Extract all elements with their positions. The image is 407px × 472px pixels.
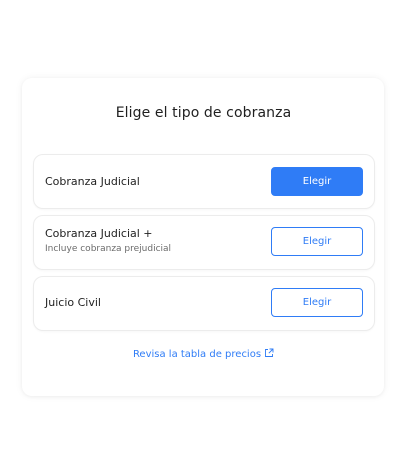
option-label: Juicio Civil (45, 296, 101, 309)
option-cobranza-judicial: Cobranza Judicial Elegir (33, 154, 375, 209)
option-label: Cobranza Judicial (45, 175, 140, 188)
dialog-title: Elige el tipo de cobranza (115, 105, 292, 121)
option-subtitle: Incluye cobranza prejudicial (45, 244, 172, 254)
option-label: Cobranza Judicial + (45, 227, 153, 240)
pricing-table-link[interactable]: Revisa la tabla de precios (0, 348, 407, 360)
option-cobranza-judicial-plus: Cobranza Judicial + Incluye cobranza pre… (33, 215, 375, 270)
option-juicio-civil: Juicio Civil Elegir (33, 276, 375, 331)
choose-cobranza-judicial-plus-button[interactable]: Elegir (271, 227, 363, 256)
external-link-icon (265, 348, 274, 357)
choose-juicio-civil-button[interactable]: Elegir (271, 288, 363, 317)
pricing-table-link-label: Revisa la tabla de precios (132, 349, 262, 360)
choose-cobranza-judicial-button[interactable]: Elegir (271, 167, 363, 196)
